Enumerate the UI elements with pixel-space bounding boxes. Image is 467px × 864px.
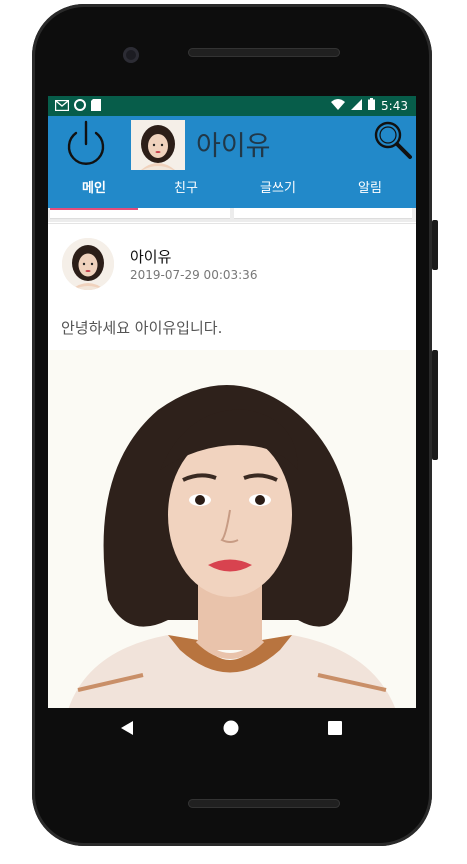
back-button[interactable] [120, 720, 134, 740]
app-bar: 아이유 메인 친구 글쓰기 알림 [48, 116, 416, 208]
wifi-icon [331, 98, 346, 113]
profile-avatar[interactable] [131, 120, 185, 170]
volume-side-button [432, 350, 438, 460]
tab-friends[interactable]: 친구 [140, 174, 232, 204]
post-text: 안녕하세요 아이유입니다. [61, 319, 223, 337]
tab-write[interactable]: 글쓰기 [232, 174, 324, 204]
sd-card-icon [91, 99, 101, 114]
status-bar: 5:43 [48, 96, 416, 116]
tab-bar: 메인 친구 글쓰기 알림 [48, 174, 416, 204]
post-author-name: 아이유 [130, 248, 172, 266]
home-icon [223, 720, 239, 736]
power-side-button [432, 220, 438, 270]
previous-card-right [234, 208, 412, 219]
power-icon [67, 120, 105, 165]
front-camera [123, 47, 139, 63]
power-button[interactable] [64, 120, 108, 172]
app-screen: 5:43 아이유 메인 친구 글쓰기 알림 아이유 2019-07-29 00:… [48, 96, 416, 708]
signal-icon [351, 98, 363, 113]
tab-main[interactable]: 메인 [48, 174, 140, 204]
back-icon [121, 721, 133, 735]
tab-notifications[interactable]: 알림 [324, 174, 416, 204]
bottom-speaker [188, 799, 340, 808]
battery-icon [368, 98, 376, 113]
post-card[interactable]: 아이유 2019-07-29 00:03:36 안녕하세요 아이유입니다. [48, 223, 416, 708]
post-author-avatar[interactable] [62, 238, 114, 290]
earpiece-speaker [188, 48, 340, 57]
gmail-icon [54, 99, 70, 114]
app-title: 아이유 [196, 131, 271, 162]
post-photo[interactable] [48, 350, 416, 708]
previous-card-accent [50, 208, 138, 210]
recents-icon [328, 721, 342, 735]
clock: 5:43 [381, 98, 408, 113]
sync-icon [74, 99, 86, 114]
search-icon [374, 121, 412, 159]
recents-button[interactable] [328, 720, 342, 739]
home-button[interactable] [223, 720, 239, 740]
previous-card-left [50, 208, 230, 219]
system-nav-bar [48, 708, 416, 752]
search-button[interactable] [372, 118, 414, 166]
post-timestamp: 2019-07-29 00:03:36 [130, 268, 258, 282]
